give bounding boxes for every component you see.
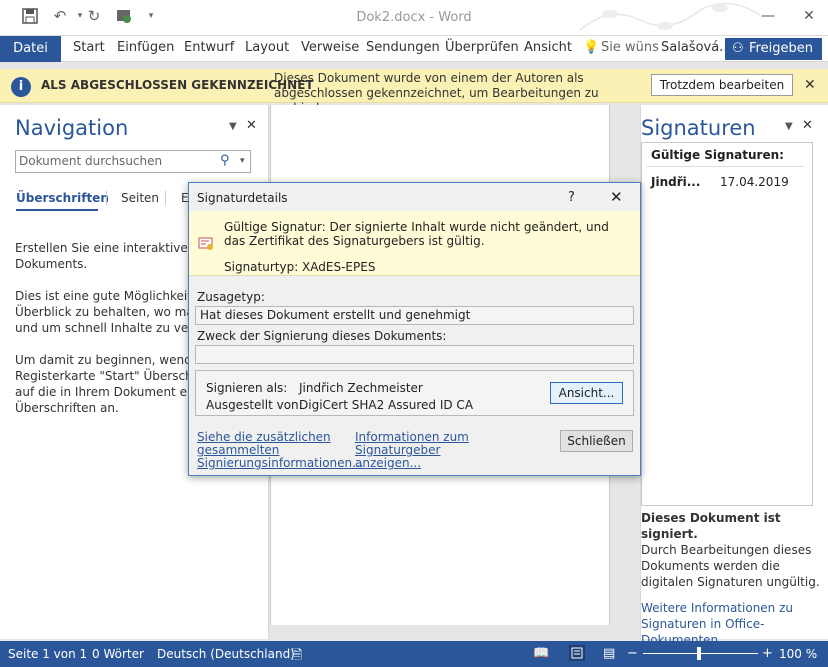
touch-mode-icon[interactable]	[114, 6, 134, 26]
signature-type: Signaturtyp: XAdES-EPES	[224, 260, 376, 274]
pane-close-icon[interactable]: ✕	[246, 118, 257, 133]
tab-design[interactable]: Entwurf	[184, 36, 234, 62]
issued-by-label: Ausgestellt von:	[206, 398, 303, 412]
help-button[interactable]: ?	[568, 190, 575, 205]
tab-file[interactable]: Datei	[0, 36, 61, 62]
signed-as-label: Signieren als:	[206, 381, 288, 395]
undo-icon[interactable]: ↶	[50, 6, 70, 26]
tab-mailings[interactable]: Sendungen	[366, 36, 440, 62]
purpose-label: Zweck der Signierung dieses Dokuments:	[197, 329, 447, 343]
navigation-title: Navigation	[15, 116, 129, 140]
close-button[interactable]: Schließen	[560, 430, 633, 452]
language[interactable]: Deutsch (Deutschland)	[157, 647, 295, 661]
signature-entry-name[interactable]: Jindři...	[651, 175, 700, 189]
window-title: Dok2.docx - Word	[356, 10, 472, 25]
signature-entry-date[interactable]: 17.04.2019	[720, 175, 789, 189]
print-layout-icon[interactable]	[569, 645, 585, 661]
search-dropdown-icon[interactable]: ▾	[240, 156, 245, 166]
signature-valid-text: Gültige Signatur: Der signierte Inhalt w…	[224, 220, 609, 248]
tab-pages[interactable]: Seiten	[121, 191, 159, 205]
search-input[interactable]: Dokument durchsuchen	[15, 150, 251, 173]
message-bar-close-icon[interactable]: ✕	[804, 77, 816, 93]
signer-info-link[interactable]: Informationen zum Signaturgeber anzeigen…	[355, 431, 495, 470]
zoom-out-icon[interactable]: −	[627, 646, 638, 661]
signatures-title: Signaturen	[641, 116, 756, 140]
tab-divider	[106, 191, 107, 205]
pane-options-icon[interactable]: ▼	[785, 121, 793, 132]
signature-list	[641, 142, 813, 506]
tab-headings[interactable]: Überschriften	[16, 191, 109, 205]
signature-info: Dieses Dokument ist signiert. Durch Bear…	[641, 510, 821, 648]
help-line: Registerkarte "Start" Überschrifte	[15, 369, 218, 383]
tab-divider	[165, 191, 166, 205]
zoom-slider-thumb[interactable]	[697, 647, 701, 660]
read-mode-icon[interactable]: 📖	[533, 646, 549, 661]
message-bar-title: ALS ABGESCHLOSSEN GEKENNZEICHNET	[41, 78, 314, 92]
active-tab-indicator	[16, 209, 98, 211]
word-count[interactable]: 0 Wörter	[92, 647, 144, 661]
tell-me-box[interactable]: Sie wüns	[601, 36, 659, 62]
minimize-icon[interactable]: —	[756, 6, 780, 26]
tab-view[interactable]: Ansicht	[524, 36, 572, 62]
edit-anyway-button[interactable]: Trotzdem bearbeiten	[651, 74, 793, 96]
redo-icon[interactable]: ↻	[84, 6, 104, 26]
signed-text: Durch Bearbeitungen dieses Dokuments wer…	[641, 543, 820, 589]
purpose-field[interactable]	[195, 345, 634, 364]
commitment-label: Zusagetyp:	[197, 290, 265, 304]
pane-close-icon[interactable]: ✕	[802, 118, 813, 133]
tab-references[interactable]: Verweise	[301, 36, 359, 62]
share-label: Freigeben	[749, 41, 813, 56]
valid-signatures-header: Gültige Signaturen:	[651, 148, 784, 162]
zoom-level[interactable]: 100 %	[779, 647, 817, 661]
search-icon[interactable]: ⚲	[220, 153, 230, 168]
document-check-icon[interactable]: 🗎	[292, 646, 302, 667]
info-icon: i	[11, 77, 31, 97]
help-line: Dokuments.	[15, 257, 88, 271]
pane-options-icon[interactable]: ▼	[229, 121, 237, 132]
tab-review[interactable]: Überprüfen	[445, 36, 519, 62]
view-certificate-button[interactable]: Ansicht...	[550, 382, 623, 404]
certificate-icon	[198, 237, 214, 251]
dialog-title: Signaturdetails	[197, 191, 288, 205]
user-name[interactable]: Salašová...	[661, 36, 732, 62]
customize-toolbar-icon[interactable]: ▾	[141, 6, 161, 26]
page-count[interactable]: Seite 1 von 1	[8, 647, 87, 661]
close-window-icon[interactable]: ✕	[797, 6, 821, 26]
dialog-close-icon[interactable]: ✕	[610, 188, 623, 206]
lightbulb-icon: 💡	[583, 40, 600, 55]
additional-info-link[interactable]: Siehe die zusätzlichen gesammelten Signi…	[197, 431, 364, 470]
tab-insert[interactable]: Einfügen	[117, 36, 174, 62]
save-icon[interactable]	[20, 6, 40, 26]
list-divider	[646, 166, 804, 167]
title-bar-decoration	[579, 2, 761, 31]
issued-by-value: DigiCert SHA2 Assured ID CA	[299, 398, 474, 412]
zoom-in-icon[interactable]: +	[762, 646, 773, 661]
share-button[interactable]: ⚇ Freigeben	[725, 38, 822, 60]
help-line: Überschriften an.	[15, 401, 119, 415]
web-layout-icon[interactable]: ▤	[603, 646, 615, 661]
signed-title: Dieses Dokument ist signiert.	[641, 511, 781, 541]
person-icon: ⚇	[732, 41, 744, 56]
tab-start[interactable]: Start	[73, 36, 105, 62]
signed-as-value: Jindřich Zechmeister	[299, 381, 423, 395]
commitment-field[interactable]: Hat dieses Dokument erstellt und genehmi…	[195, 306, 634, 325]
tab-layout[interactable]: Layout	[245, 36, 289, 62]
